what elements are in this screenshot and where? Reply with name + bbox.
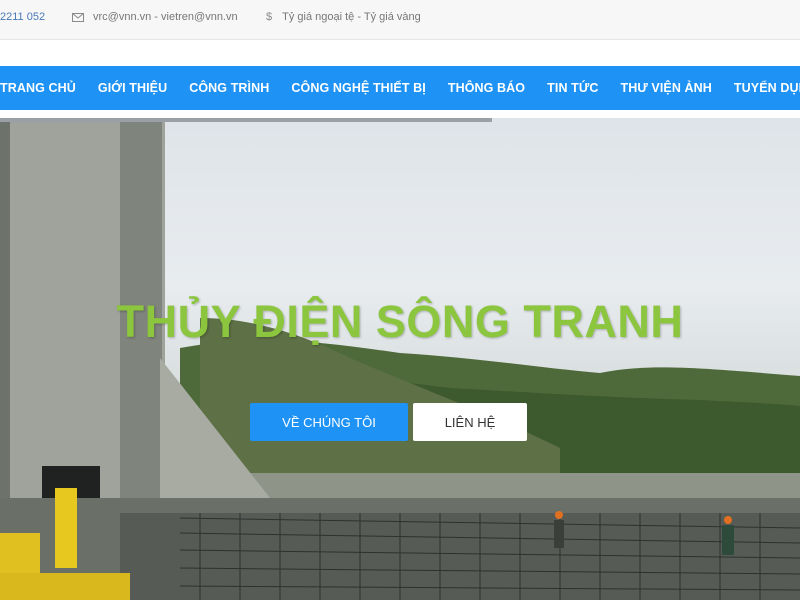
nav-item-technology[interactable]: CÔNG NGHỆ THIẾT BỊ <box>280 66 436 110</box>
nav-item-home[interactable]: TRANG CHỦ <box>0 66 87 110</box>
nav-item-announcements[interactable]: THÔNG BÁO <box>437 66 536 110</box>
main-nav: TRANG CHỦ GIỚI THIỆU CÔNG TRÌNH CÔNG NGH… <box>0 66 800 110</box>
exchange-rates: $ Tỷ giá ngoại tệ - Tỷ giá vàng <box>266 11 421 23</box>
hero-background-image <box>0 118 800 600</box>
exchange-rates-link[interactable]: Tỷ giá ngoại tệ - Tỷ giá vàng <box>282 11 421 23</box>
about-us-button[interactable]: VỀ CHÚNG TÔI <box>250 403 408 441</box>
phone-number[interactable]: 2211 052 <box>0 11 45 23</box>
envelope-icon <box>72 12 84 22</box>
slider-progress-bar <box>0 118 492 122</box>
nav-item-projects[interactable]: CÔNG TRÌNH <box>178 66 280 110</box>
nav-item-careers[interactable]: TUYỂN DỤNG <box>723 66 800 110</box>
email-link[interactable]: vrc@vnn.vn - vietren@vnn.vn <box>93 11 238 23</box>
hero-title: THỦY ĐIỆN SÔNG TRANH <box>116 296 684 347</box>
nav-item-news[interactable]: TIN TỨC <box>536 66 609 110</box>
hero-slider: THỦY ĐIỆN SÔNG TRANH VỀ CHÚNG TÔI LIÊN H… <box>0 118 800 600</box>
top-info-bar: 2211 052 vrc@vnn.vn - vietren@vnn.vn $ T… <box>0 0 800 40</box>
dollar-icon: $ <box>266 11 273 23</box>
email-contact: vrc@vnn.vn - vietren@vnn.vn <box>72 11 238 23</box>
contact-button[interactable]: LIÊN HỆ <box>413 403 527 441</box>
nav-item-about[interactable]: GIỚI THIỆU <box>87 66 178 110</box>
nav-item-gallery[interactable]: THƯ VIỆN ẢNH <box>609 66 722 110</box>
